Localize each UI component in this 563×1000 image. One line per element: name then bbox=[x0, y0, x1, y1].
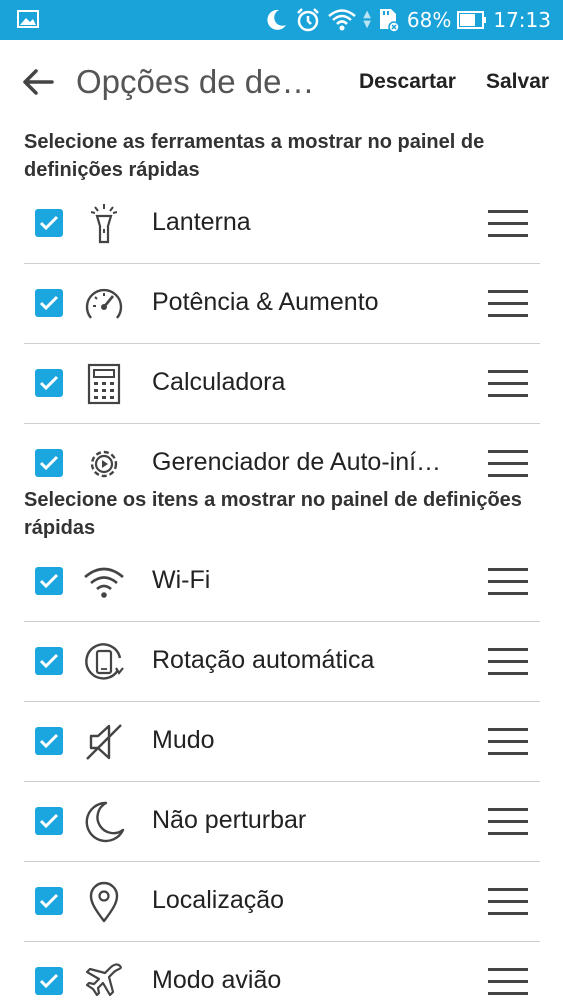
items-section-title: Selecione os itens a mostrar no painel d… bbox=[24, 489, 522, 539]
item-label: Mudo bbox=[152, 726, 215, 754]
page-title: Opções de de… bbox=[76, 63, 315, 100]
status-bar: ▲ ▼ 68% 17:13 bbox=[0, 0, 563, 40]
data-arrows-icon: ▲ ▼ bbox=[363, 9, 371, 30]
checkbox[interactable] bbox=[35, 567, 63, 595]
drag-handle-icon[interactable] bbox=[488, 568, 528, 596]
back-arrow-icon[interactable] bbox=[18, 64, 58, 100]
location-pin-icon bbox=[82, 880, 126, 924]
checkbox[interactable] bbox=[35, 807, 63, 835]
item-row-location[interactable]: Localização bbox=[24, 862, 540, 942]
checkbox[interactable] bbox=[35, 369, 63, 397]
checkbox[interactable] bbox=[35, 449, 63, 477]
sd-card-icon bbox=[377, 7, 401, 33]
item-row-airplane[interactable]: Modo avião bbox=[24, 942, 540, 1000]
image-icon bbox=[17, 9, 39, 29]
wifi-icon bbox=[327, 8, 357, 32]
checkbox[interactable] bbox=[35, 727, 63, 755]
drag-handle-icon[interactable] bbox=[488, 290, 528, 318]
drag-handle-icon[interactable] bbox=[488, 808, 528, 836]
moon-icon bbox=[263, 7, 289, 33]
tool-row-auto-start[interactable]: Gerenciador de Auto-iní… bbox=[24, 424, 540, 484]
tool-row-power-boost[interactable]: Potência & Aumento bbox=[24, 264, 540, 344]
drag-handle-icon[interactable] bbox=[488, 648, 528, 676]
checkbox[interactable] bbox=[35, 967, 63, 995]
item-label: Gerenciador de Auto-iní… bbox=[152, 448, 442, 476]
calculator-icon bbox=[82, 362, 126, 406]
item-label: Localização bbox=[152, 886, 285, 914]
app-bar: Opções de de… Descartar Salvar bbox=[0, 40, 563, 126]
drag-handle-icon[interactable] bbox=[488, 210, 528, 238]
tool-row-calculator[interactable]: Calculadora bbox=[24, 344, 540, 424]
airplane-icon bbox=[82, 960, 126, 1000]
battery-percent: 68% bbox=[406, 8, 452, 32]
auto-start-gear-icon bbox=[82, 442, 126, 484]
auto-rotate-icon bbox=[82, 640, 126, 684]
mute-icon bbox=[82, 720, 126, 764]
item-label: Potência & Aumento bbox=[152, 288, 379, 316]
drag-handle-icon[interactable] bbox=[488, 450, 528, 478]
item-label: Wi-Fi bbox=[152, 566, 211, 594]
item-row-mute[interactable]: Mudo bbox=[24, 702, 540, 782]
drag-handle-icon[interactable] bbox=[488, 728, 528, 756]
item-row-auto-rotate[interactable]: Rotação automática bbox=[24, 622, 540, 702]
flashlight-icon bbox=[82, 202, 126, 246]
item-label: Calculadora bbox=[152, 368, 286, 396]
item-label: Lanterna bbox=[152, 208, 251, 236]
item-row-wifi[interactable]: Wi-Fi bbox=[24, 542, 540, 622]
item-row-do-not-disturb[interactable]: Não perturbar bbox=[24, 782, 540, 862]
drag-handle-icon[interactable] bbox=[488, 888, 528, 916]
checkbox[interactable] bbox=[35, 887, 63, 915]
clock: 17:13 bbox=[493, 8, 551, 32]
save-button[interactable]: Salvar bbox=[486, 70, 549, 94]
checkbox[interactable] bbox=[35, 289, 63, 317]
drag-handle-icon[interactable] bbox=[488, 370, 528, 398]
item-label: Não perturbar bbox=[152, 806, 307, 834]
drag-handle-icon[interactable] bbox=[488, 968, 528, 996]
item-label: Rotação automática bbox=[152, 646, 375, 674]
tools-section-title: Selecione as ferramentas a mostrar no pa… bbox=[24, 131, 485, 181]
discard-button[interactable]: Descartar bbox=[359, 70, 456, 94]
speedometer-icon bbox=[82, 282, 126, 326]
alarm-icon bbox=[295, 7, 321, 33]
checkbox[interactable] bbox=[35, 647, 63, 675]
item-label: Modo avião bbox=[152, 966, 282, 994]
checkbox[interactable] bbox=[35, 209, 63, 237]
battery-icon bbox=[457, 11, 487, 29]
wifi-icon bbox=[82, 560, 126, 604]
tool-row-flashlight[interactable]: Lanterna bbox=[24, 184, 540, 264]
moon-icon bbox=[82, 800, 126, 844]
